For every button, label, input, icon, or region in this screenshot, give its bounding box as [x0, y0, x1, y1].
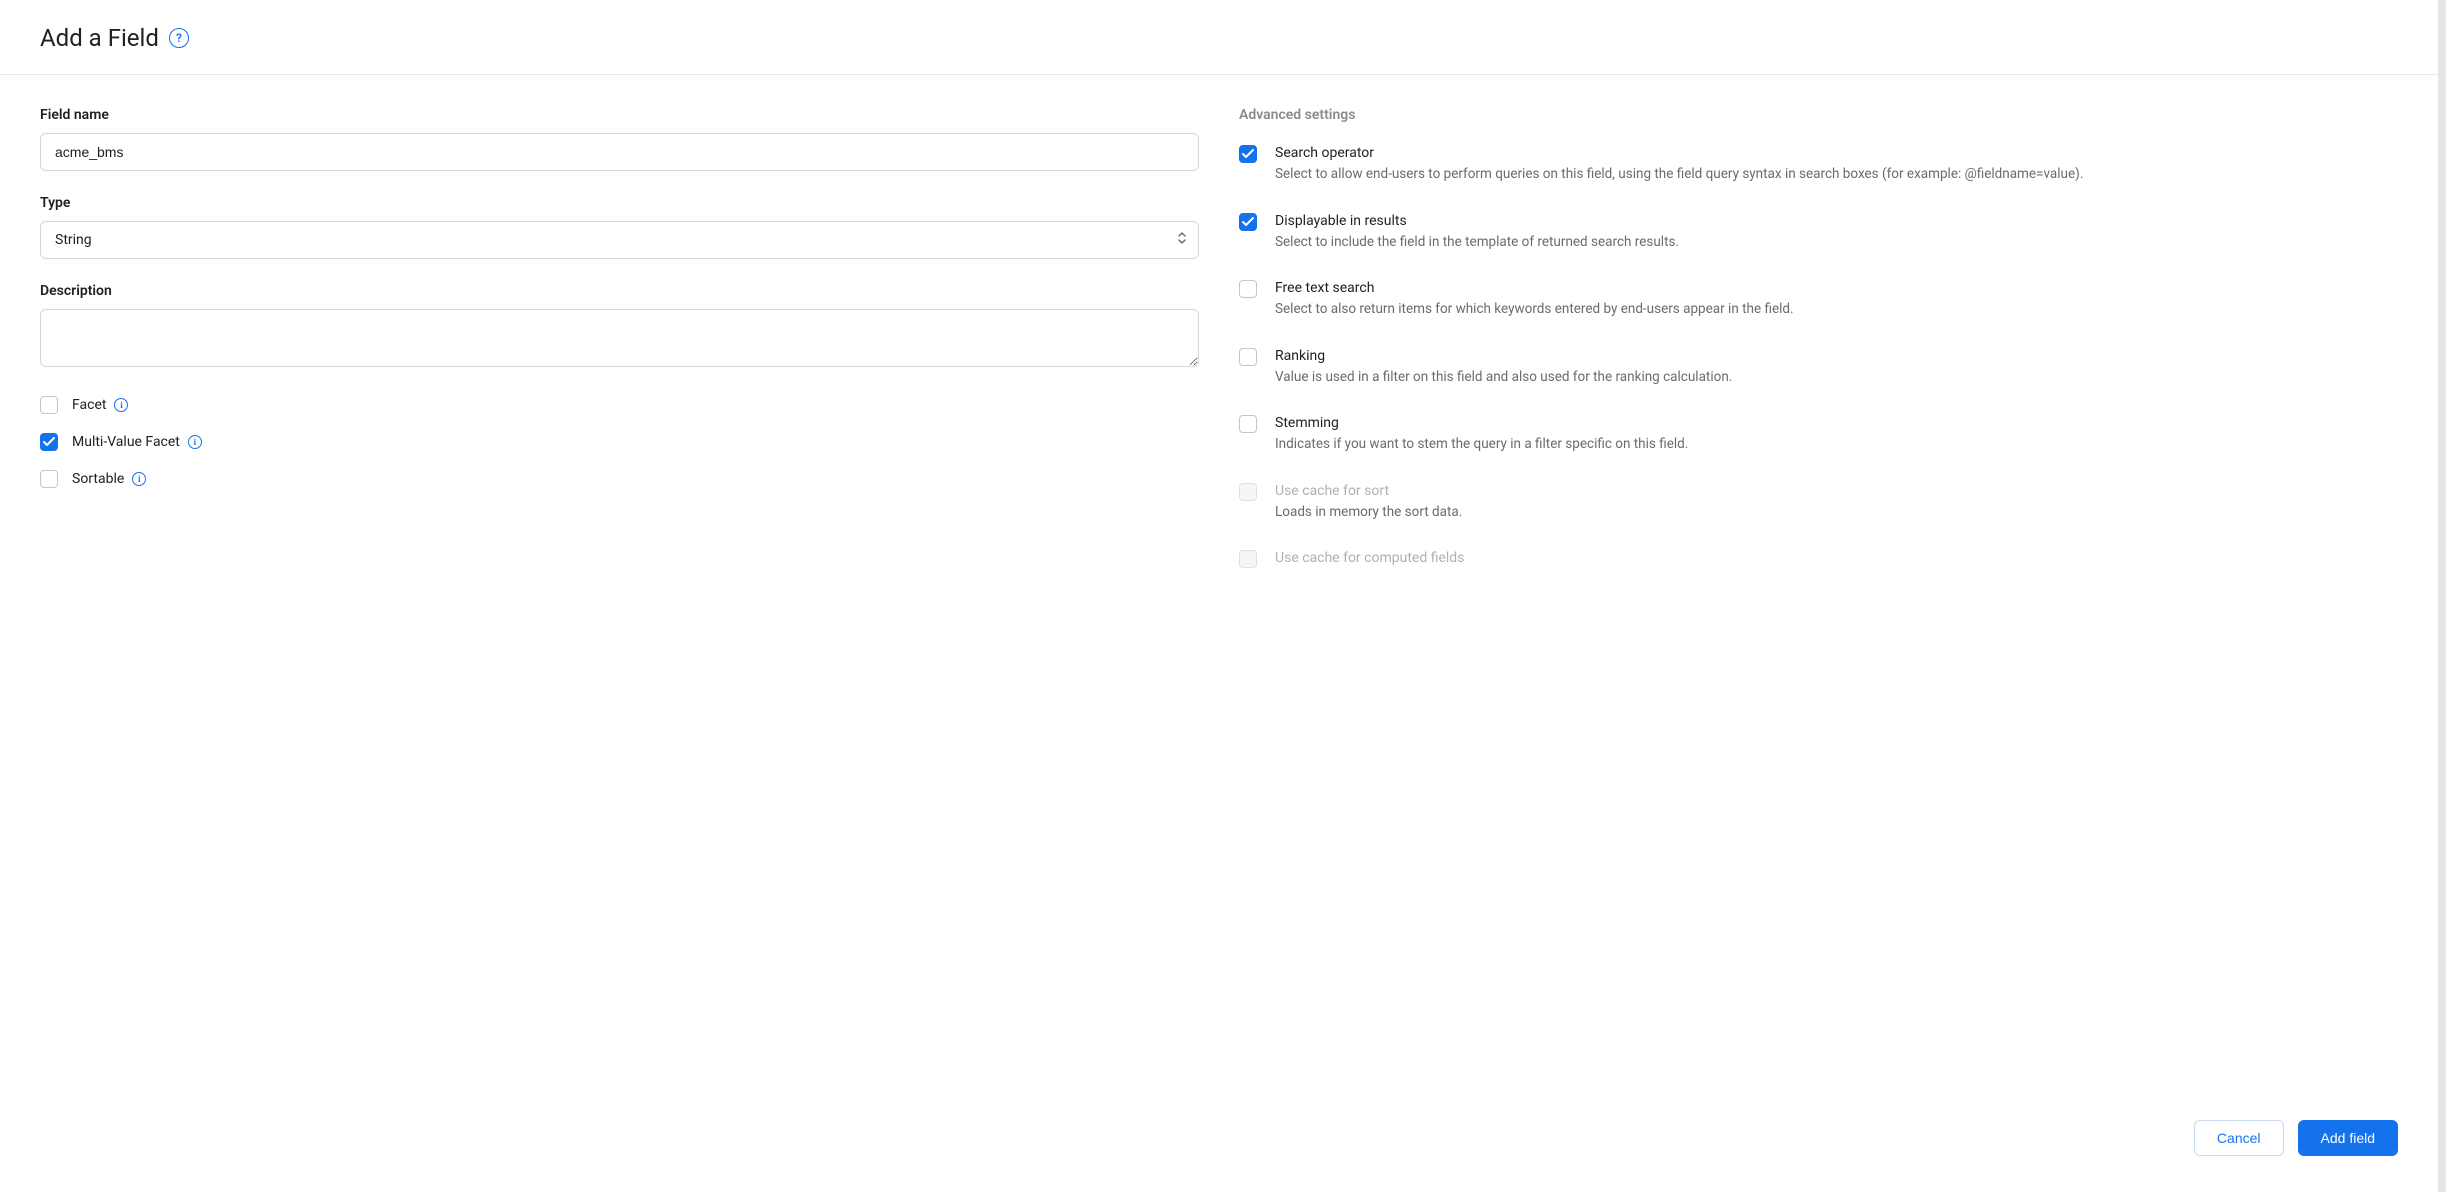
- footer: Cancel Add field: [0, 1083, 2438, 1192]
- help-icon[interactable]: ?: [169, 28, 189, 48]
- info-icon[interactable]: i: [114, 398, 128, 412]
- sortable-checkbox[interactable]: [40, 470, 58, 488]
- cache-sort-title: Use cache for sort: [1275, 483, 2398, 499]
- field-name-input[interactable]: [40, 133, 1199, 171]
- field-name-label: Field name: [40, 107, 1199, 123]
- advanced-item-free-text: Free text search Select to also return it…: [1239, 280, 2398, 320]
- type-label: Type: [40, 195, 1199, 211]
- page-header: Add a Field ?: [0, 0, 2438, 75]
- type-select[interactable]: String: [40, 221, 1199, 259]
- search-operator-title: Search operator: [1275, 145, 2398, 161]
- advanced-settings-header: Advanced settings: [1239, 107, 2398, 123]
- basic-settings-column: Field name Type String Description: [40, 107, 1199, 1063]
- multivalue-facet-checkbox[interactable]: [40, 433, 58, 451]
- stemming-checkbox[interactable]: [1239, 415, 1257, 433]
- free-text-checkbox[interactable]: [1239, 280, 1257, 298]
- cache-computed-checkbox: [1239, 550, 1257, 568]
- advanced-settings-column: Advanced settings Search operator Select …: [1239, 107, 2398, 1063]
- info-icon[interactable]: i: [188, 435, 202, 449]
- ranking-checkbox[interactable]: [1239, 348, 1257, 366]
- advanced-item-displayable: Displayable in results Select to include …: [1239, 213, 2398, 253]
- stemming-title: Stemming: [1275, 415, 2398, 431]
- page-title: Add a Field: [40, 24, 159, 52]
- search-operator-description: Select to allow end-users to perform que…: [1275, 165, 2398, 185]
- multivalue-facet-label: Multi-Value Facet i: [72, 434, 202, 450]
- ranking-title: Ranking: [1275, 348, 2398, 364]
- search-operator-checkbox[interactable]: [1239, 145, 1257, 163]
- ranking-description: Value is used in a filter on this field …: [1275, 368, 2398, 388]
- advanced-item-ranking: Ranking Value is used in a filter on this…: [1239, 348, 2398, 388]
- facet-label: Facet i: [72, 397, 128, 413]
- advanced-item-cache-computed: Use cache for computed fields: [1239, 550, 2398, 570]
- info-icon[interactable]: i: [132, 472, 146, 486]
- cache-sort-description: Loads in memory the sort data.: [1275, 503, 2398, 523]
- description-input[interactable]: [40, 309, 1199, 367]
- displayable-description: Select to include the field in the templ…: [1275, 233, 2398, 253]
- advanced-item-stemming: Stemming Indicates if you want to stem th…: [1239, 415, 2398, 455]
- cache-sort-checkbox: [1239, 483, 1257, 501]
- add-field-button[interactable]: Add field: [2298, 1120, 2398, 1156]
- type-select-value: String: [55, 232, 92, 248]
- advanced-item-search-operator: Search operator Select to allow end-users…: [1239, 145, 2398, 185]
- advanced-item-cache-sort: Use cache for sort Loads in memory the so…: [1239, 483, 2398, 523]
- facet-checkbox[interactable]: [40, 396, 58, 414]
- displayable-title: Displayable in results: [1275, 213, 2398, 229]
- displayable-checkbox[interactable]: [1239, 213, 1257, 231]
- description-label: Description: [40, 283, 1199, 299]
- stemming-description: Indicates if you want to stem the query …: [1275, 435, 2398, 455]
- cancel-button[interactable]: Cancel: [2194, 1120, 2284, 1156]
- cache-computed-title: Use cache for computed fields: [1275, 550, 2398, 566]
- free-text-description: Select to also return items for which ke…: [1275, 300, 2398, 320]
- sortable-label: Sortable i: [72, 471, 146, 487]
- free-text-title: Free text search: [1275, 280, 2398, 296]
